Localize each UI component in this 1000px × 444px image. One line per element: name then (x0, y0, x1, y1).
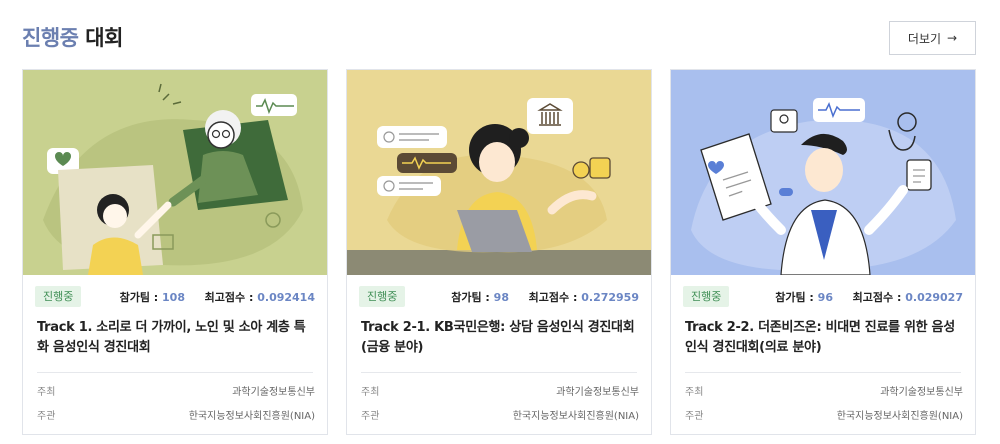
medical-doctor-illustration (671, 70, 975, 275)
competition-card[interactable]: 진행중 참가팀 : 98 최고점수 : 0.272959 Track 2-1. … (346, 69, 652, 435)
arrow-right-icon: → (947, 31, 958, 45)
card-thumbnail-bank-consult (347, 70, 651, 275)
card-stats: 참가팀 : 108 최고점수 : 0.092414 (120, 289, 315, 305)
section-title: 진행중 대회 (22, 22, 123, 52)
card-title[interactable]: Track 2-1. KB국민은행: 상담 음성인식 경진대회 (금융 분야) (361, 318, 639, 358)
organizer-value: 한국지능정보사회진흥원(NIA) (188, 411, 315, 422)
card-stats: 참가팀 : 96 최고점수 : 0.029027 (775, 289, 963, 305)
more-button[interactable]: 더보기 → (889, 21, 976, 55)
participants-count: 98 (493, 291, 509, 304)
organizer-value: 한국지능정보사회진흥원(NIA) (836, 411, 963, 422)
organizer-label: 주관 (361, 411, 380, 422)
participants-count: 96 (817, 291, 833, 304)
organizer-label: 주관 (37, 411, 56, 422)
card-meta-row: 진행중 참가팀 : 96 최고점수 : 0.029027 (683, 286, 963, 308)
best-score-label: 최고점수 : (852, 291, 902, 304)
competition-list: 진행중 참가팀 : 108 최고점수 : 0.092414 Track 1. 소… (22, 69, 977, 439)
card-thumbnail-medical-doctor (671, 70, 975, 275)
card-divider (361, 372, 637, 373)
host-value: 과학기술정보통신부 (232, 387, 315, 398)
card-divider (37, 372, 313, 373)
best-score-value: 0.272959 (581, 291, 639, 304)
organizer-row: 주관 한국지능정보사회진흥원(NIA) (37, 407, 315, 423)
host-value: 과학기술정보통신부 (556, 387, 639, 398)
card-title[interactable]: Track 2-2. 더존비즈온: 비대면 진료를 위한 음성인식 경진대회(의… (685, 318, 963, 358)
card-thumbnail-elderly-child (23, 70, 327, 275)
organizer-row: 주관 한국지능정보사회진흥원(NIA) (361, 407, 639, 423)
card-stats: 참가팀 : 98 최고점수 : 0.272959 (451, 289, 639, 305)
organizer-value: 한국지능정보사회진흥원(NIA) (512, 411, 639, 422)
status-badge: 진행중 (359, 286, 406, 307)
organizer-label: 주관 (685, 411, 704, 422)
participants-count: 108 (162, 291, 185, 304)
host-value: 과학기술정보통신부 (880, 387, 963, 398)
section-title-accent: 진행중 (22, 26, 79, 50)
host-label: 주최 (37, 387, 56, 398)
card-meta-row: 진행중 참가팀 : 98 최고점수 : 0.272959 (359, 286, 639, 308)
best-score-label: 최고점수 : (528, 291, 578, 304)
host-row: 주최 과학기술정보통신부 (37, 383, 315, 399)
card-meta-row: 진행중 참가팀 : 108 최고점수 : 0.092414 (35, 286, 315, 308)
participants-label: 참가팀 : (451, 291, 490, 304)
bank-consult-illustration (347, 70, 651, 275)
participants-label: 참가팀 : (119, 291, 159, 304)
host-label: 주최 (361, 387, 380, 398)
host-row: 주최 과학기술정보통신부 (361, 383, 639, 399)
section-header: 진행중 대회 더보기 → (22, 20, 976, 60)
card-title[interactable]: Track 1. 소리로 더 가까이, 노인 및 소아 계층 특화 음성인식 경… (37, 318, 315, 358)
host-row: 주최 과학기술정보통신부 (685, 383, 963, 399)
elderly-child-illustration (23, 70, 327, 275)
best-score-value: 0.092414 (257, 291, 315, 304)
host-label: 주최 (685, 387, 704, 398)
organizer-row: 주관 한국지능정보사회진흥원(NIA) (685, 407, 963, 423)
status-badge: 진행중 (683, 286, 730, 307)
best-score-label: 최고점수 : (204, 291, 254, 304)
section-title-rest: 대회 (85, 26, 123, 50)
best-score-value: 0.029027 (905, 291, 963, 304)
competition-card[interactable]: 진행중 참가팀 : 96 최고점수 : 0.029027 Track 2-2. … (670, 69, 976, 435)
more-button-label: 더보기 (907, 31, 942, 46)
card-divider (685, 372, 961, 373)
competition-card[interactable]: 진행중 참가팀 : 108 최고점수 : 0.092414 Track 1. 소… (22, 69, 328, 435)
status-badge: 진행중 (35, 286, 82, 307)
participants-label: 참가팀 : (775, 291, 814, 304)
